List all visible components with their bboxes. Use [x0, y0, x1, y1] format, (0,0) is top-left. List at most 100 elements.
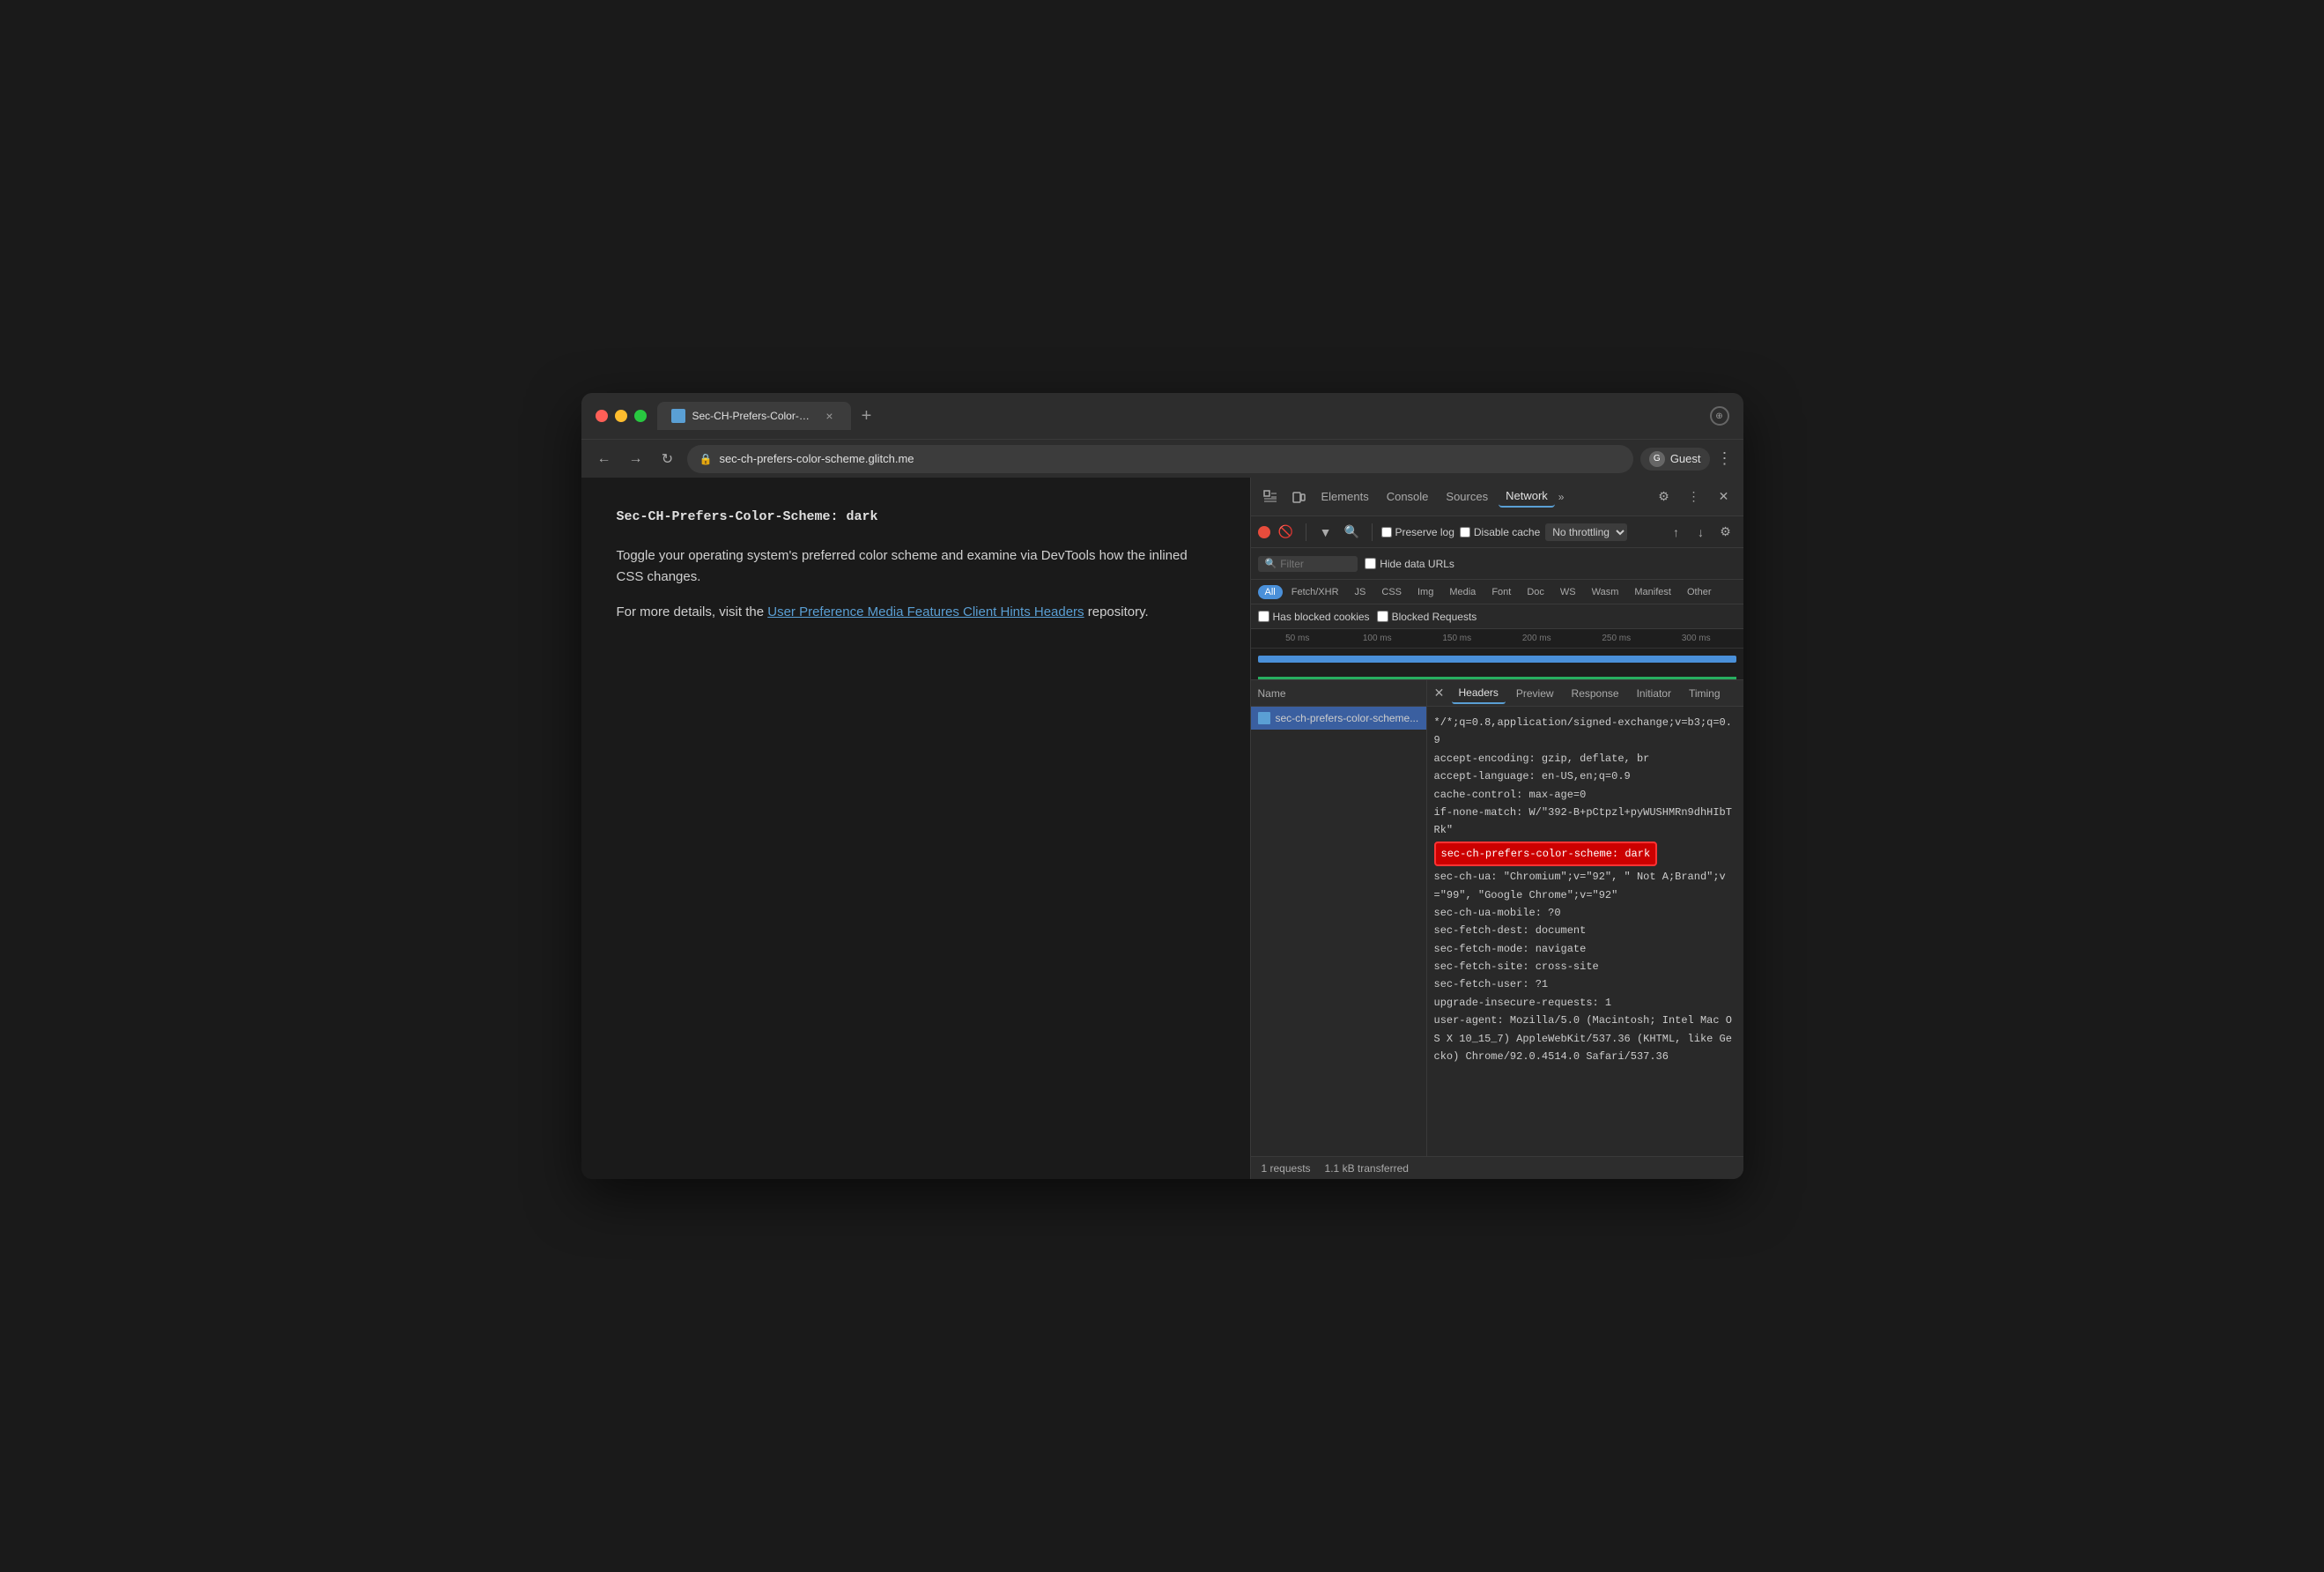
record-button[interactable]	[1258, 526, 1270, 538]
tab-console[interactable]: Console	[1380, 486, 1436, 507]
webpage-para1: Toggle your operating system's preferred…	[617, 545, 1215, 588]
tab-close-button[interactable]: ×	[823, 409, 837, 423]
type-filter-media[interactable]: Media	[1442, 585, 1483, 599]
webpage-link[interactable]: User Preference Media Features Client Hi…	[767, 604, 1084, 619]
browser-window: Sec-CH-Prefers-Color-Schem... × + ⊕ ← → …	[581, 393, 1743, 1179]
traffic-lights	[596, 410, 647, 422]
hide-data-urls-checkbox[interactable]	[1365, 558, 1376, 569]
device-toolbar-button[interactable]	[1286, 485, 1311, 509]
tab-elements[interactable]: Elements	[1314, 486, 1376, 507]
throttling-select[interactable]: No throttling	[1545, 523, 1627, 541]
back-button[interactable]: ←	[592, 447, 617, 471]
blocked-requests-checkbox[interactable]	[1377, 611, 1388, 622]
new-tab-button[interactable]: +	[855, 404, 879, 428]
devtools-close-button[interactable]: ✕	[1712, 485, 1736, 509]
type-filter-font[interactable]: Font	[1484, 585, 1518, 599]
network-row[interactable]: sec-ch-prefers-color-scheme...	[1251, 707, 1426, 730]
header-line: */*;q=0.8,application/signed-exchange;v=…	[1434, 714, 1736, 750]
requests-count: 1 requests	[1262, 1162, 1311, 1175]
webpage-title: Sec-CH-Prefers-Color-Scheme: dark	[617, 509, 1215, 524]
maximize-traffic-light[interactable]	[634, 410, 647, 422]
has-blocked-cookies-label[interactable]: Has blocked cookies	[1258, 611, 1370, 623]
transferred-size: 1.1 kB transferred	[1325, 1162, 1409, 1175]
type-filter-all[interactable]: All	[1258, 585, 1283, 599]
timeline-ticks: 50 ms 100 ms 150 ms 200 ms 250 ms 300 ms	[1258, 634, 1736, 643]
inspect-element-button[interactable]	[1258, 485, 1283, 509]
network-table: Name sec-ch-prefers-color-scheme... ✕ He…	[1251, 680, 1743, 1156]
header-line: sec-ch-ua: "Chromium";v="92", " Not A;Br…	[1434, 868, 1736, 904]
detail-tab-response[interactable]: Response	[1565, 684, 1626, 703]
refresh-button[interactable]: ↻	[655, 447, 680, 471]
type-filter-doc[interactable]: Doc	[1520, 585, 1551, 599]
close-traffic-light[interactable]	[596, 410, 608, 422]
minimize-traffic-light[interactable]	[615, 410, 627, 422]
header-line: cache-control: max-age=0	[1434, 786, 1736, 804]
devtools-topbar: Elements Console Sources Network » ⚙ ⋮	[1251, 478, 1743, 516]
upload-button[interactable]: ↑	[1666, 522, 1687, 543]
detail-tab-headers[interactable]: Headers	[1452, 683, 1506, 704]
webpage-body: Toggle your operating system's preferred…	[617, 545, 1215, 623]
devtools-panel: Elements Console Sources Network » ⚙ ⋮	[1250, 478, 1743, 1179]
type-filter-css[interactable]: CSS	[1374, 585, 1409, 599]
type-filter-img[interactable]: Img	[1410, 585, 1440, 599]
details-close-button[interactable]: ✕	[1431, 685, 1448, 702]
type-filter-wasm[interactable]: Wasm	[1585, 585, 1626, 599]
webpage-content: Sec-CH-Prefers-Color-Scheme: dark Toggle…	[581, 478, 1250, 1179]
header-line: accept-language: en-US,en;q=0.9	[1434, 767, 1736, 785]
timeline-green-line	[1258, 677, 1736, 680]
address-bar-right: G Guest ⋮	[1640, 448, 1733, 471]
header-highlighted-line: sec-ch-prefers-color-scheme: dark	[1434, 842, 1658, 866]
type-filter-ws[interactable]: WS	[1553, 585, 1583, 599]
url-text: sec-ch-prefers-color-scheme.glitch.me	[719, 452, 914, 465]
header-line: if-none-match: W/"392-B+pCtpzl+pyWUSHMRn…	[1434, 804, 1736, 840]
browser-tab[interactable]: Sec-CH-Prefers-Color-Schem... ×	[657, 402, 851, 430]
cookies-bar: Has blocked cookies Blocked Requests	[1251, 604, 1743, 629]
type-filter-other[interactable]: Other	[1680, 585, 1719, 599]
user-button[interactable]: G Guest	[1640, 448, 1710, 471]
tab-network[interactable]: Network	[1499, 486, 1555, 508]
type-filter-manifest[interactable]: Manifest	[1627, 585, 1678, 599]
tick-200ms: 200 ms	[1497, 634, 1577, 643]
header-line: upgrade-insecure-requests: 1	[1434, 994, 1736, 1012]
search-button[interactable]: 🔍	[1342, 522, 1363, 543]
header-line: sec-fetch-site: cross-site	[1434, 958, 1736, 975]
main-content: Sec-CH-Prefers-Color-Scheme: dark Toggle…	[581, 478, 1743, 1179]
filter-bar: 🔍 Hide data URLs	[1251, 548, 1743, 580]
devtools-settings-button[interactable]: ⚙	[1652, 485, 1676, 509]
download-button[interactable]: ↓	[1691, 522, 1712, 543]
devtools-toolbar: 🚫 ▼ 🔍 Preserve log Disable cache No thro…	[1251, 516, 1743, 548]
timeline-ruler: 50 ms 100 ms 150 ms 200 ms 250 ms 300 ms	[1251, 629, 1743, 649]
devtools-tabs: Elements Console Sources Network »	[1314, 486, 1565, 508]
network-name-header: Name	[1251, 680, 1426, 707]
detail-tab-initiator[interactable]: Initiator	[1630, 684, 1678, 703]
browser-menu-button[interactable]: ⋮	[1717, 449, 1733, 468]
devtools-menu-button[interactable]: ⋮	[1682, 485, 1706, 509]
globe-icon: ⊕	[1710, 406, 1729, 426]
disable-cache-checkbox[interactable]: Disable cache	[1460, 526, 1540, 538]
tab-title: Sec-CH-Prefers-Color-Schem...	[692, 410, 816, 422]
title-bar: Sec-CH-Prefers-Color-Schem... × + ⊕	[581, 393, 1743, 439]
has-blocked-cookies-checkbox[interactable]	[1258, 611, 1269, 622]
forward-button[interactable]: →	[624, 447, 648, 471]
network-settings-button[interactable]: ⚙	[1715, 522, 1736, 543]
detail-tab-preview[interactable]: Preview	[1509, 684, 1561, 703]
tab-sources[interactable]: Sources	[1439, 486, 1495, 507]
clear-button[interactable]: 🚫	[1276, 522, 1297, 543]
network-file-list: Name sec-ch-prefers-color-scheme...	[1251, 680, 1427, 1156]
filter-button[interactable]: ▼	[1315, 522, 1336, 543]
devtools-more-tabs[interactable]: »	[1558, 491, 1565, 503]
detail-tab-timing[interactable]: Timing	[1682, 684, 1728, 703]
type-filter-fetch[interactable]: Fetch/XHR	[1284, 585, 1346, 599]
hide-data-urls-label[interactable]: Hide data URLs	[1365, 558, 1454, 570]
url-bar[interactable]: 🔒 sec-ch-prefers-color-scheme.glitch.me	[687, 445, 1633, 473]
network-row-name: sec-ch-prefers-color-scheme...	[1276, 712, 1419, 724]
tick-300ms: 300 ms	[1656, 634, 1736, 643]
filter-search-icon: 🔍	[1265, 558, 1277, 569]
type-filter-js[interactable]: JS	[1348, 585, 1373, 599]
filter-input[interactable]	[1280, 558, 1351, 570]
preserve-log-checkbox[interactable]: Preserve log	[1381, 526, 1454, 538]
user-avatar: G	[1649, 451, 1665, 467]
disable-cache-input[interactable]	[1460, 527, 1470, 538]
blocked-requests-label[interactable]: Blocked Requests	[1377, 611, 1477, 623]
preserve-log-input[interactable]	[1381, 527, 1392, 538]
